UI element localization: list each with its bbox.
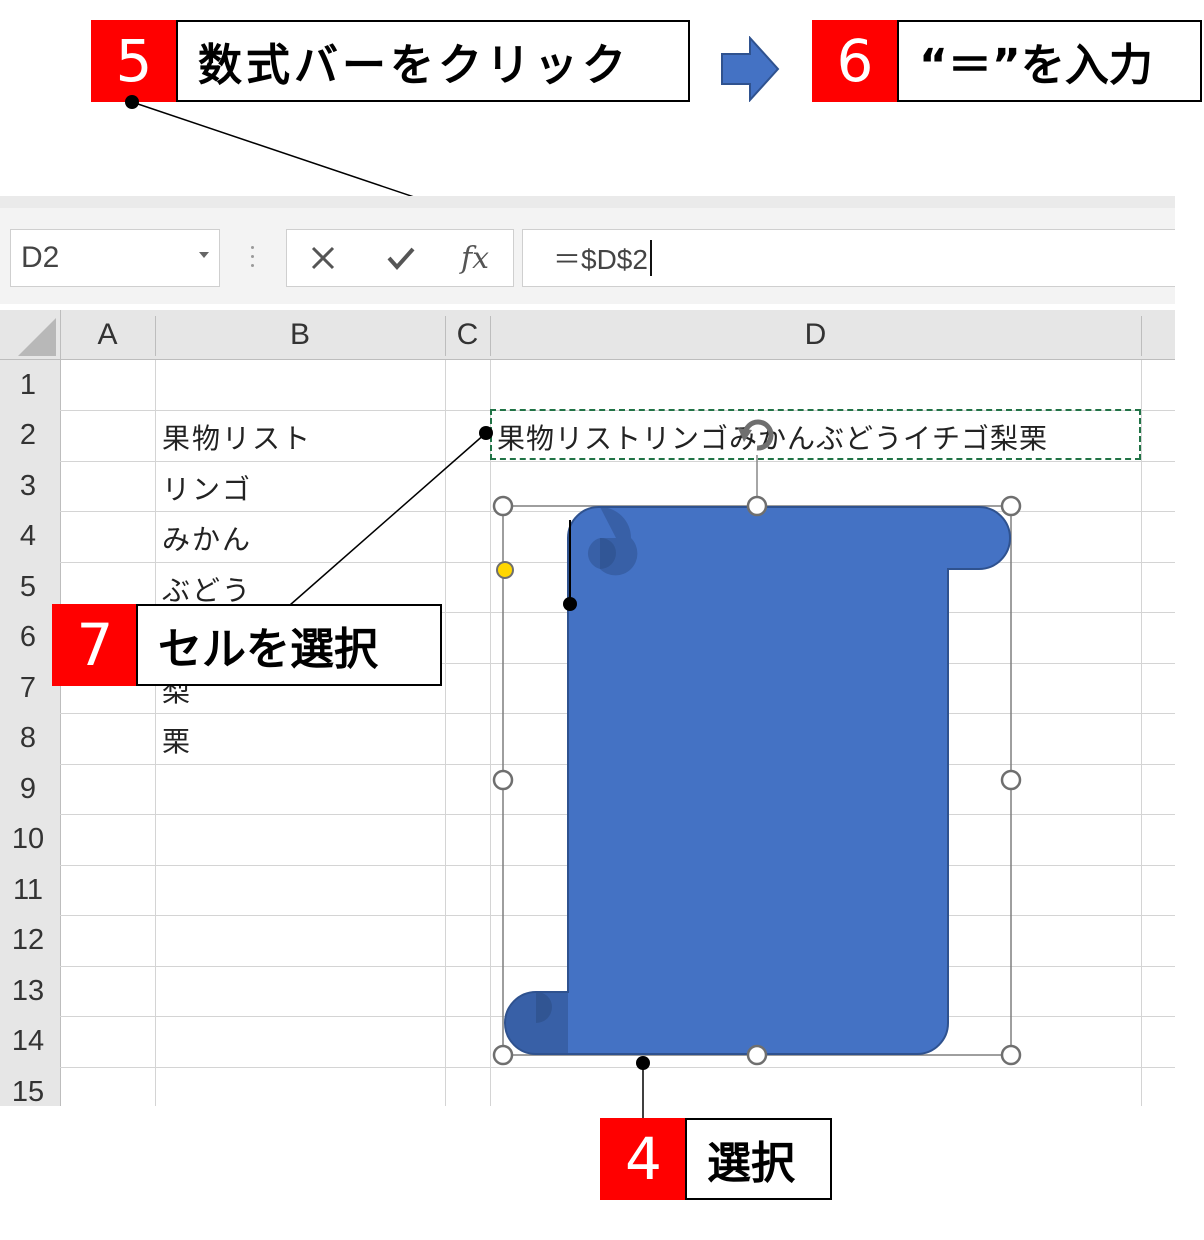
step-4-leader-line: [636, 1056, 650, 1120]
step-4-badge: 4: [600, 1118, 687, 1200]
step-4-label: 選択: [685, 1118, 832, 1200]
